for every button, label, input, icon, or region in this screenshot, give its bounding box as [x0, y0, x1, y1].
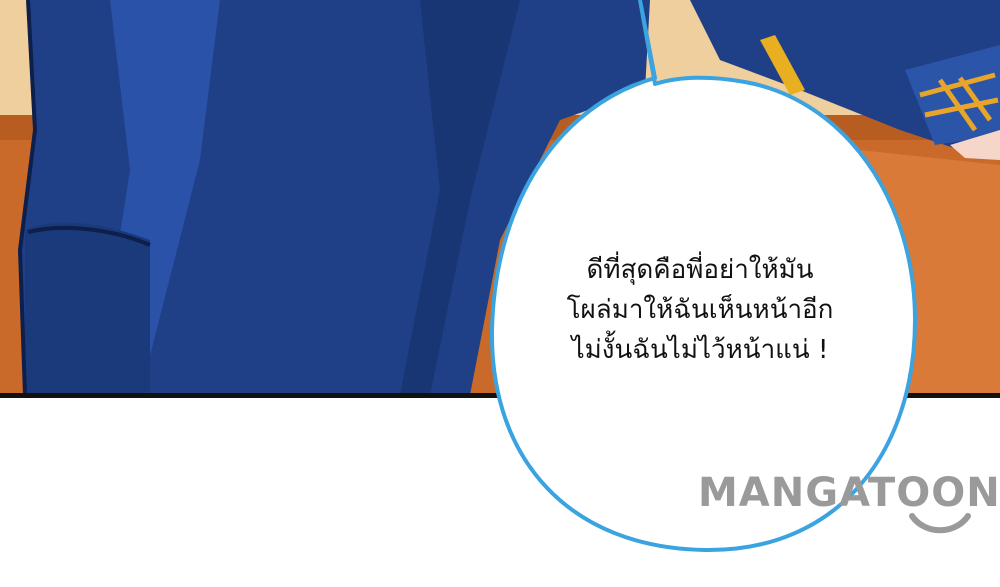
- figure-left-knee: [25, 222, 150, 395]
- speech-line-1: ดีที่สุดคือพี่อย่าให้มัน: [586, 255, 814, 285]
- watermark-smile-icon: [909, 513, 971, 534]
- speech-bubble-text: ดีที่สุดคือพี่อย่าให้มัน โผล่มาให้ฉันเห็…: [520, 250, 880, 370]
- speech-line-2: โผล่มาให้ฉันเห็นหน้าอีก: [566, 295, 834, 325]
- speech-line-3: ไม่งั้นฉันไม่ไว้หน้าแน่ !: [571, 335, 829, 365]
- mangatoon-watermark: MANGATOON: [698, 470, 1000, 516]
- manga-panel: ดีที่สุดคือพี่อย่าให้มัน โผล่มาให้ฉันเห็…: [0, 0, 1000, 587]
